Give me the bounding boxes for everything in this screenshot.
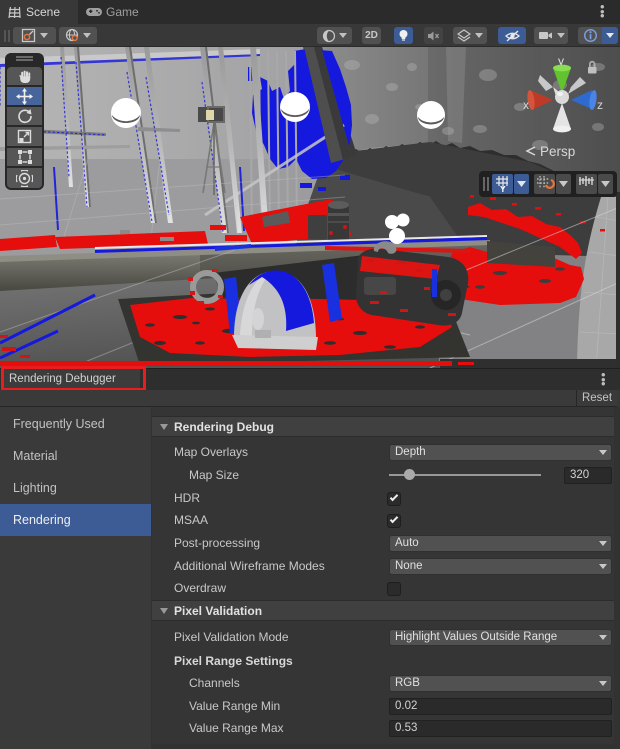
svg-text:z: z — [597, 98, 603, 112]
svg-text:Y: Y — [500, 184, 506, 194]
svg-text:Persp: Persp — [540, 144, 575, 159]
svg-text:x: x — [523, 98, 529, 112]
